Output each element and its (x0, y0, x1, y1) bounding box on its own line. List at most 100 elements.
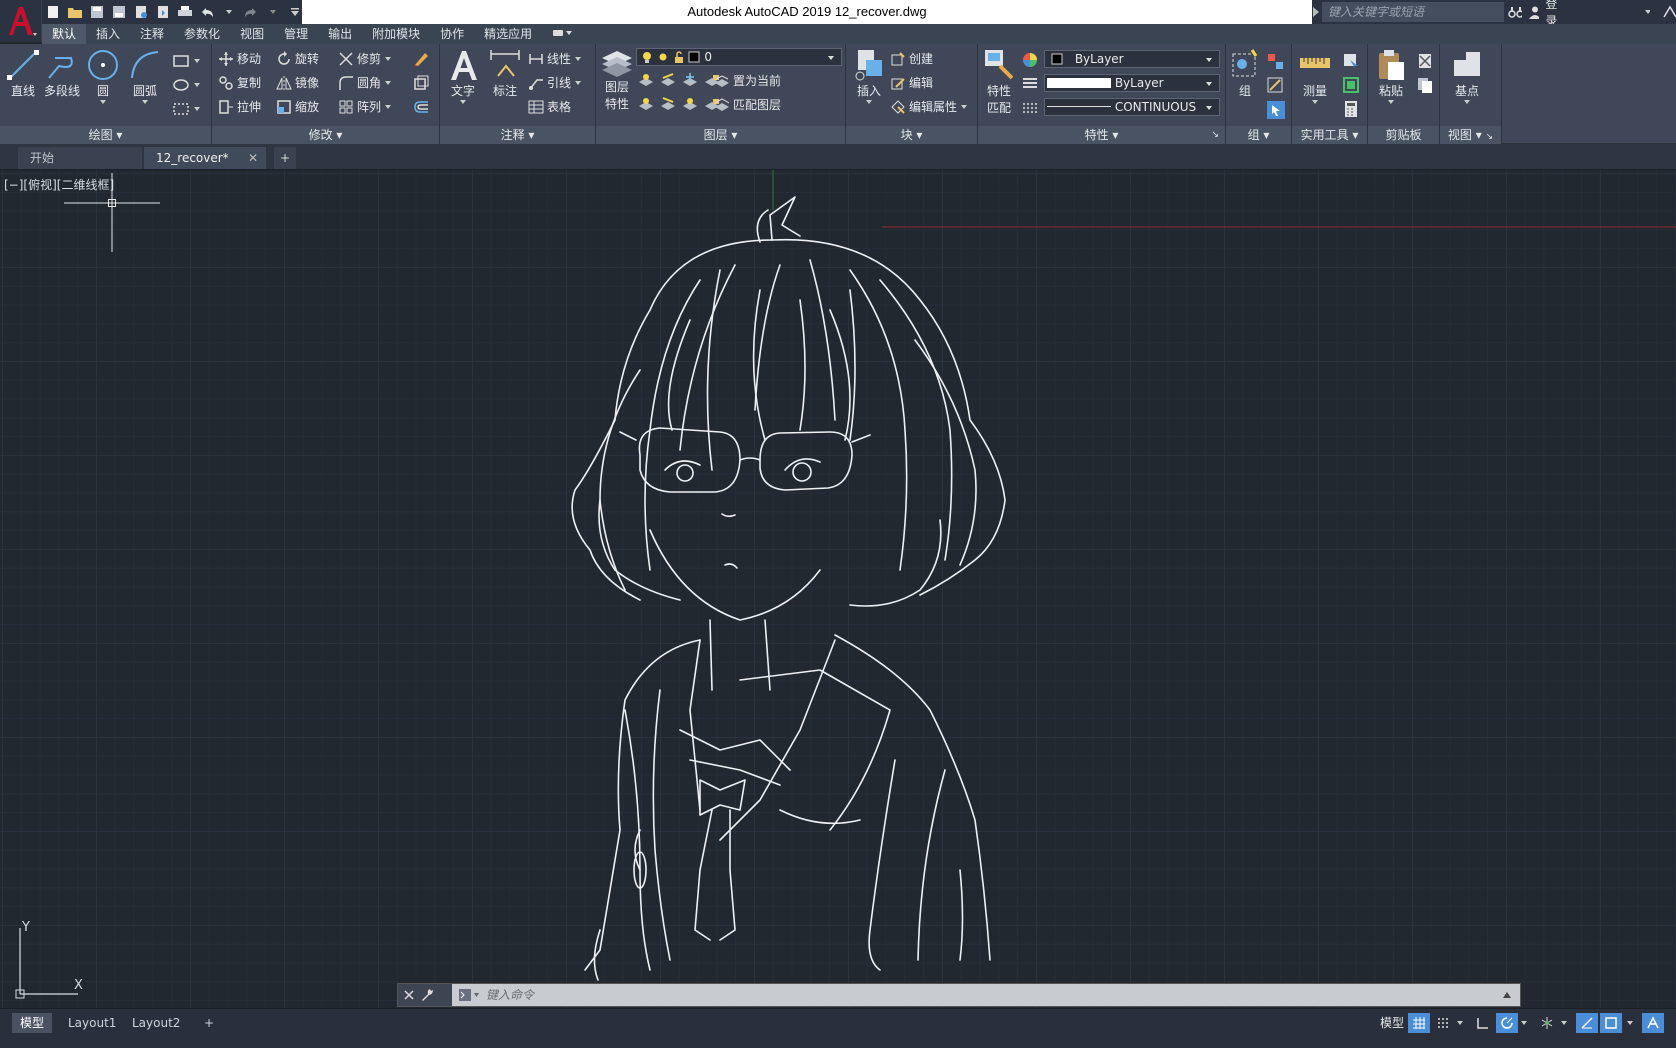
hatch-icon[interactable] (172, 78, 204, 92)
color-dropdown[interactable]: ByLayer (1044, 50, 1220, 68)
annotation-panel-title[interactable]: 注释 ▾ (440, 126, 595, 144)
model-space-toggle[interactable]: 模型 (1372, 1013, 1412, 1033)
open-folder-icon[interactable] (66, 3, 84, 21)
tab-featured-apps[interactable]: 精选应用 (474, 24, 542, 44)
chevron-down-icon[interactable] (141, 99, 149, 105)
draw-panel-title[interactable]: 绘图 ▾ (0, 126, 211, 144)
region-icon[interactable] (172, 102, 204, 116)
view-panel-title[interactable]: 视图 ▾ ↘ (1440, 126, 1501, 144)
chevron-down-icon[interactable] (1205, 81, 1213, 87)
table-button[interactable]: 表格 (528, 98, 571, 115)
login-area[interactable]: 登录 (1508, 0, 1676, 28)
tab-parametric[interactable]: 参数化 (174, 24, 230, 44)
save-as-icon[interactable] (110, 3, 128, 21)
create-block-button[interactable]: 创建 (890, 50, 933, 67)
chevron-down-icon[interactable] (1311, 99, 1319, 105)
linetype-dropdown[interactable]: CONTINUOUS (1044, 98, 1220, 116)
help-search-input[interactable]: 键入关键字或短语 (1322, 2, 1504, 22)
tab-addins[interactable]: 附加模块 (362, 24, 430, 44)
chevron-down-icon[interactable] (865, 99, 873, 105)
layer-thaw-icon[interactable] (682, 96, 698, 112)
set-current-layer-button[interactable]: 置为当前 (714, 72, 781, 89)
offset-icon[interactable] (412, 98, 430, 116)
calculator-icon[interactable] (1342, 100, 1360, 118)
base-view-button[interactable]: 基点 (1450, 48, 1484, 105)
application-menu-button[interactable] (0, 0, 42, 42)
tab-layout2[interactable]: Layout2 (124, 1013, 188, 1033)
rotate-button[interactable]: 旋转 (276, 50, 319, 67)
layer-dropdown[interactable]: 0 (636, 48, 842, 66)
utilities-panel-title[interactable]: 实用工具 ▾ (1292, 126, 1367, 144)
circle-button[interactable]: 圆 (86, 48, 120, 105)
select-all-icon[interactable] (1342, 76, 1360, 94)
command-input[interactable]: 键入命令 (456, 984, 1496, 1006)
chevron-down-icon[interactable] (1205, 57, 1213, 63)
chevron-down-icon[interactable] (827, 55, 835, 61)
insert-block-button[interactable]: 插入 (852, 48, 886, 105)
paste-button[interactable]: 粘贴 (1374, 48, 1408, 105)
groups-panel-title[interactable]: 组 ▾ (1226, 126, 1291, 144)
match-layer-button[interactable]: 匹配图层 (714, 96, 781, 113)
tab-manage[interactable]: 管理 (274, 24, 318, 44)
color-wheel-icon[interactable] (1022, 52, 1038, 68)
ungroup-icon[interactable] (1266, 52, 1284, 70)
layer-on-icon[interactable] (638, 96, 654, 112)
tab-current-drawing[interactable]: 12_recover* ✕ (144, 147, 266, 169)
chevron-down-icon[interactable] (574, 80, 582, 86)
edit-block-button[interactable]: 编辑 (890, 74, 933, 91)
chevron-down-icon[interactable] (384, 56, 392, 62)
group-button[interactable]: 组 (1230, 48, 1260, 99)
layers-panel-title[interactable]: 图层 ▾ (596, 126, 845, 144)
wrench-icon[interactable] (420, 988, 434, 1002)
tab-layout1[interactable]: Layout1 (60, 1013, 124, 1033)
copy-clip-icon[interactable] (1416, 76, 1434, 94)
open-web-icon[interactable] (132, 3, 150, 21)
layer-properties-button[interactable]: 图层 特性 (600, 48, 634, 112)
panel-launcher-icon[interactable]: ↘ (1211, 126, 1219, 144)
ribbon-toggle-icon[interactable] (552, 28, 574, 38)
text-button[interactable]: 文字 (446, 48, 480, 105)
cut-icon[interactable] (1416, 52, 1434, 70)
tab-annotate[interactable]: 注释 (130, 24, 174, 44)
layer-off-icon[interactable] (638, 72, 654, 88)
snap-toggle[interactable] (1432, 1013, 1454, 1033)
chevron-down-icon[interactable] (574, 56, 582, 62)
rectangle-icon[interactable] (172, 54, 204, 68)
new-tab-button[interactable]: + (274, 147, 296, 169)
chevron-down-icon[interactable] (99, 99, 107, 105)
chevron-down-icon[interactable] (1387, 99, 1395, 105)
chevron-down-icon[interactable] (459, 99, 467, 105)
fillet-button[interactable]: 圆角 (338, 74, 392, 91)
lineweight-dropdown[interactable]: ByLayer (1044, 74, 1220, 92)
chevron-down-icon[interactable] (1205, 105, 1213, 111)
scale-button[interactable]: 缩放 (276, 98, 319, 115)
plot-icon[interactable] (176, 3, 194, 21)
undo-icon[interactable] (198, 3, 216, 21)
tab-start[interactable]: 开始 (18, 147, 142, 169)
trim-button[interactable]: 修剪 (338, 50, 392, 67)
tab-insert[interactable]: 插入 (86, 24, 130, 44)
chevron-down-icon[interactable] (264, 3, 282, 21)
tab-model[interactable]: 模型 (12, 1013, 53, 1033)
close-icon[interactable] (404, 990, 414, 1000)
object-snap-toggle[interactable] (1600, 1013, 1622, 1033)
chevron-up-icon[interactable] (1502, 991, 1512, 999)
chevron-down-icon[interactable] (384, 104, 392, 110)
chevron-down-icon[interactable] (1463, 99, 1471, 105)
command-prompt-icon[interactable] (458, 988, 480, 1002)
new-file-icon[interactable] (44, 3, 62, 21)
modify-panel-title[interactable]: 修改 ▾ (212, 126, 439, 144)
polyline-button[interactable]: 多段线 (44, 48, 80, 99)
layer-freeze-icon[interactable] (682, 72, 698, 88)
leader-button[interactable]: 引线 (528, 74, 582, 91)
dimension-button[interactable]: 标注 (488, 48, 522, 99)
edit-attributes-button[interactable]: 编辑属性 (890, 98, 968, 115)
block-panel-title[interactable]: 块 ▾ (846, 126, 977, 144)
move-button[interactable]: 移动 (218, 50, 261, 67)
object-snap-tracking-toggle[interactable] (1576, 1013, 1598, 1033)
redo-icon[interactable] (242, 3, 260, 21)
tab-default[interactable]: 默认 (42, 24, 87, 44)
lineweight-icon[interactable] (1022, 76, 1038, 92)
measure-button[interactable]: 测量 (1298, 48, 1332, 105)
polar-toggle[interactable] (1496, 1013, 1518, 1033)
